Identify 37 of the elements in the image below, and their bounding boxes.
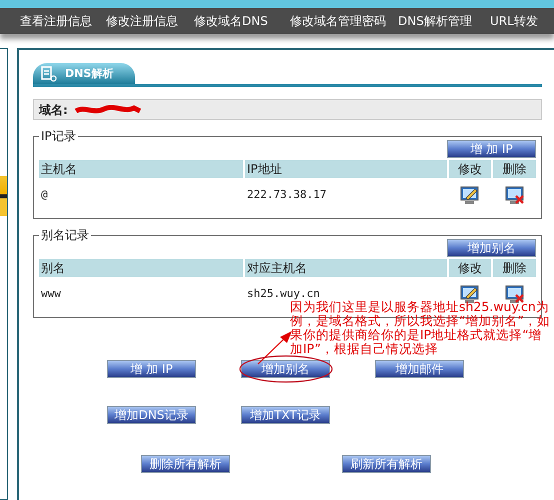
column-header: 别名 <box>39 259 243 277</box>
nav-link-item[interactable]: 查看注册信息 <box>20 12 106 30</box>
column-header: 删除 <box>493 160 536 178</box>
sidebar-stripe <box>0 176 7 216</box>
action-button[interactable]: 增加DNS记录 <box>107 406 196 424</box>
redaction-mark <box>74 104 144 114</box>
action-button[interactable]: 增加TXT记录 <box>241 406 330 424</box>
action-button[interactable]: 删除所有解析 <box>141 455 230 473</box>
nav-link-item[interactable]: 修改域名管理密码 <box>290 12 398 30</box>
column-header: 删除 <box>493 259 536 277</box>
document-icon <box>41 66 57 82</box>
table-cell-text: @ <box>40 188 48 202</box>
column-header: 修改 <box>449 160 491 178</box>
column-header: 对应主机名 <box>245 259 447 277</box>
action-button[interactable]: 增加邮件 <box>375 360 464 378</box>
action-button[interactable]: 增加别名 <box>241 360 330 378</box>
action-button[interactable]: 增 加 IP <box>107 360 196 378</box>
nav-link-item[interactable]: DNS解析管理 <box>398 12 490 30</box>
column-header: 主机名 <box>39 160 243 178</box>
group-legend: IP记录 <box>39 130 78 142</box>
panel-tab[interactable]: DNS解析 <box>33 62 136 84</box>
delete-icon[interactable] <box>504 185 524 205</box>
table-cell-text: sh25.wuy.cn <box>246 287 320 300</box>
column-header: 修改 <box>449 259 491 277</box>
nav-link-item[interactable]: URL转发 <box>490 12 550 30</box>
add-record-button[interactable]: 增 加 IP <box>447 140 536 158</box>
edit-icon[interactable] <box>460 185 480 205</box>
group-legend: 别名记录 <box>39 229 91 241</box>
domain-label: 域名: <box>39 102 68 118</box>
annotation-text: 因为我们这里是以服务器地址sh25.wuy.cn为例，是域名格式，所以我选择“增加别名”，如果你的提供商给你的是IP地址格式就选择“增加IP”，根据自己情况选择 <box>290 300 551 356</box>
nav-link-item[interactable]: 修改注册信息 <box>106 12 194 30</box>
action-button[interactable]: 刷新所有解析 <box>342 455 431 473</box>
table-cell-text: 222.73.38.17 <box>246 188 326 202</box>
add-record-button[interactable]: 增加别名 <box>447 239 536 257</box>
nav-link-item[interactable]: 修改域名DNS <box>194 12 290 30</box>
column-header: IP地址 <box>245 160 447 178</box>
table-cell-text: www <box>40 287 61 301</box>
